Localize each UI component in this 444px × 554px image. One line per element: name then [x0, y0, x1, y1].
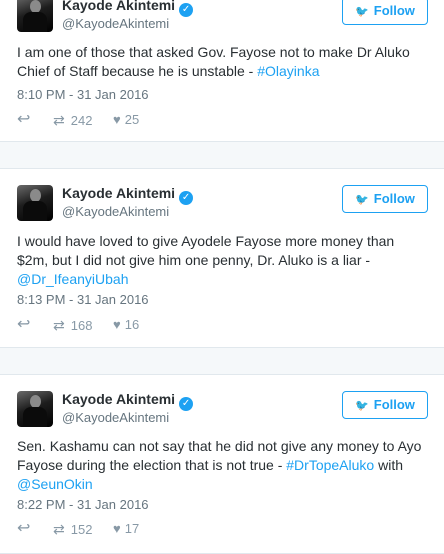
- verified-check-icon: ✓: [179, 3, 194, 17]
- retweet-button[interactable]: ⇄ 152: [53, 521, 92, 538]
- follow-button[interactable]: 🐦 Follow: [342, 391, 428, 419]
- tweet-text: Sen. Kashamu can not say that he did not…: [17, 438, 422, 492]
- avatar[interactable]: [17, 0, 53, 32]
- retweet-button[interactable]: ⇄ 168: [53, 317, 92, 334]
- mention-link[interactable]: @Dr_IfeanyiUbah: [17, 271, 129, 287]
- hashtag-link[interactable]: #Olayinka: [257, 63, 319, 79]
- tweet-text: I am one of those that asked Gov. Fayose…: [17, 44, 410, 79]
- like-button[interactable]: ♥ 25: [113, 112, 139, 127]
- heart-icon: ♥: [113, 521, 121, 536]
- avatar[interactable]: [17, 391, 53, 427]
- follow-button[interactable]: 🐦 Follow: [342, 0, 428, 25]
- reply-arrow-icon[interactable]: ↩: [17, 112, 30, 128]
- user-handle[interactable]: @KayodeAkintemi: [62, 410, 169, 425]
- display-name[interactable]: Kayode Akintemi ✓: [62, 185, 194, 205]
- mention-link[interactable]: @SeunOkin: [17, 476, 93, 492]
- verified-check-icon: ✓: [179, 397, 194, 411]
- user-handle[interactable]: @KayodeAkintemi: [62, 204, 169, 219]
- tweet-text: I would have loved to give Ayodele Fayos…: [17, 233, 395, 287]
- hashtag-link[interactable]: #DrTopeAluko: [286, 457, 374, 473]
- reply-arrow-icon[interactable]: ↩: [17, 317, 30, 333]
- reply-arrow-icon[interactable]: ↩: [17, 521, 30, 537]
- retweet-icon: ⇄: [53, 521, 65, 537]
- retweet-icon: ⇄: [53, 317, 65, 333]
- timeline-gap: [0, 348, 444, 374]
- tweet-timestamp[interactable]: 8:13 PM - 31 Jan 2016: [17, 292, 149, 307]
- twitter-bird-icon: 🐦: [355, 6, 369, 18]
- tweet-card-3: Kayode Akintemi ✓ @KayodeAkintemi 🐦 Follow…: [0, 374, 444, 554]
- retweet-button[interactable]: ⇄ 242: [53, 112, 92, 129]
- display-name[interactable]: Kayode Akintemi ✓: [62, 391, 194, 411]
- twitter-bird-icon: 🐦: [355, 400, 369, 412]
- tweet-card-1: Kayode Akintemi ✓ @KayodeAkintemi 🐦 Follow…: [0, 0, 444, 142]
- retweet-icon: ⇄: [53, 112, 65, 128]
- follow-button[interactable]: 🐦 Follow: [342, 185, 428, 213]
- tweet-timestamp[interactable]: 8:22 PM - 31 Jan 2016: [17, 497, 149, 512]
- user-handle[interactable]: @KayodeAkintemi: [62, 16, 169, 31]
- like-button[interactable]: ♥ 16: [113, 317, 139, 332]
- tweet-card-2: Kayode Akintemi ✓ @KayodeAkintemi 🐦 Follow…: [0, 168, 444, 348]
- timeline-gap: [0, 142, 444, 168]
- verified-check-icon: ✓: [179, 191, 194, 205]
- heart-icon: ♥: [113, 112, 121, 127]
- avatar[interactable]: [17, 185, 53, 221]
- heart-icon: ♥: [113, 317, 121, 332]
- twitter-bird-icon: 🐦: [355, 194, 369, 206]
- display-name[interactable]: Kayode Akintemi ✓: [62, 0, 194, 17]
- tweet-timestamp[interactable]: 8:10 PM - 31 Jan 2016: [17, 87, 149, 102]
- like-button[interactable]: ♥ 17: [113, 521, 139, 536]
